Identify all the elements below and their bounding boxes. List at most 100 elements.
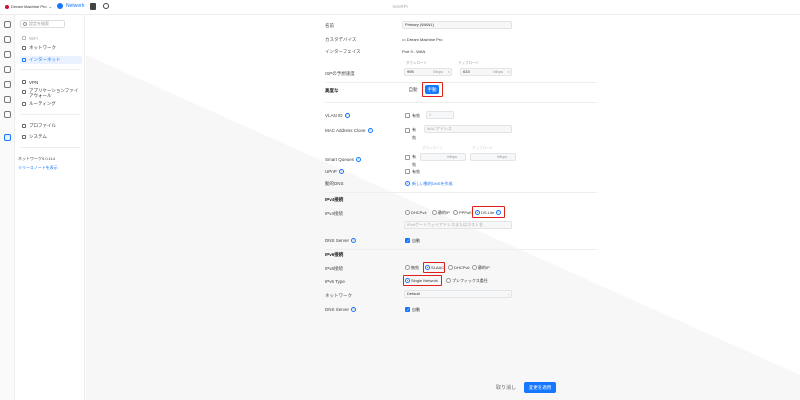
- info-icon[interactable]: i: [367, 128, 373, 134]
- dns-auto-checkbox[interactable]: [405, 238, 410, 243]
- info-icon[interactable]: i: [351, 238, 357, 244]
- ipv4-pppoe-label: PPPoE: [459, 210, 472, 215]
- globe-icon: [22, 58, 26, 62]
- interface-value: Port 9 - WAN: [402, 49, 426, 54]
- advanced-label: 高度な: [325, 88, 339, 93]
- upload-value: 633: [463, 69, 470, 74]
- page-title: SenRPi: [392, 4, 408, 9]
- download-label: ダウンロード: [406, 61, 427, 65]
- stepper-icon[interactable]: ⇕: [447, 69, 450, 75]
- sidebar-item-label: ネットワーク: [29, 45, 56, 50]
- device-icon[interactable]: [90, 3, 96, 10]
- info-icon[interactable]: i: [344, 113, 350, 119]
- chevron-down-icon: ⌄: [48, 4, 52, 9]
- ipv4-pppoe-radio[interactable]: [453, 210, 458, 215]
- vlan-id-input[interactable]: 2: [426, 111, 454, 119]
- network-select[interactable]: Default ⌄: [404, 290, 512, 298]
- upnp-checkbox[interactable]: [405, 169, 410, 174]
- divider: [20, 114, 80, 115]
- sidebar-item-wifi[interactable]: WiFi: [20, 34, 82, 42]
- name-label: 名前: [325, 23, 334, 28]
- smart-queues-enabled-label: 有効: [412, 154, 416, 167]
- upload-input[interactable]: 633 Mbps ⇕: [460, 68, 512, 76]
- console-name: Dream Machine Pro: [11, 4, 47, 9]
- statistics-icon[interactable]: [4, 81, 11, 88]
- divider: [325, 192, 597, 193]
- profile-icon: [22, 124, 26, 128]
- network-app-icon: [57, 3, 63, 9]
- info-icon[interactable]: i: [338, 169, 344, 175]
- mac-clone-label: MAC Address Clone i: [325, 128, 373, 134]
- settings-nav: 設定を検索 WiFi ネットワーク インターネット VPN アプリケーションファ…: [15, 15, 85, 400]
- mac-clone-checkbox[interactable]: [405, 128, 410, 133]
- app-rail: [0, 15, 15, 400]
- app-network[interactable]: Network: [57, 3, 84, 9]
- dns-server2-label-text: DNS Server: [325, 307, 350, 312]
- sq-download-input[interactable]: Mbps: [420, 153, 466, 161]
- version-text: ネットワーク9.0.114: [18, 156, 56, 161]
- ipv4-gateway-input[interactable]: IPv6ゲートウェイアドレスまたはホスト名: [404, 221, 512, 229]
- topology-icon[interactable]: [4, 36, 11, 43]
- search-input[interactable]: 設定を検索: [20, 20, 65, 28]
- sq-upload-input[interactable]: Mbps: [470, 153, 516, 161]
- ipv6-section-title: IPv6接続: [325, 252, 344, 257]
- info-icon[interactable]: i: [351, 307, 357, 313]
- mac-clone-label-text: MAC Address Clone: [325, 128, 366, 133]
- dashboard-icon[interactable]: [4, 21, 11, 28]
- ipv4-dhcpv4-radio[interactable]: [405, 210, 410, 215]
- divider: [325, 102, 597, 103]
- sidebar-item-label: インターネット: [29, 57, 61, 62]
- create-dyndns-link[interactable]: + 新しい動的DNSを作成: [405, 181, 452, 187]
- download-input[interactable]: 995 Mbps ⇕: [404, 68, 452, 76]
- console-switcher[interactable]: Dream Machine Pro ⌄: [5, 4, 52, 9]
- logs-icon[interactable]: [4, 111, 11, 118]
- prefix-delegation-radio[interactable]: [446, 278, 451, 283]
- upnp-enabled-label: 有効: [412, 169, 420, 174]
- smart-queues-checkbox[interactable]: [405, 155, 410, 160]
- sq-download-label: ダウンロード: [422, 146, 443, 150]
- mac-address-input[interactable]: MACアドレス: [424, 125, 512, 133]
- sidebar-item-internet[interactable]: インターネット: [20, 56, 82, 64]
- stepper-icon[interactable]: ⇕: [507, 69, 510, 75]
- info-icon[interactable]: i: [356, 157, 362, 163]
- ipv6-disabled-radio[interactable]: [405, 265, 410, 270]
- dns-server2-label: DNS Server i: [325, 307, 357, 313]
- app-name: Network: [66, 3, 85, 9]
- devices-icon[interactable]: [4, 51, 11, 58]
- highlight-box: [422, 82, 443, 97]
- ipv4-static-radio[interactable]: [432, 210, 437, 215]
- clients-icon[interactable]: [4, 66, 11, 73]
- sidebar-item-routing[interactable]: ルーティング: [20, 100, 82, 108]
- release-notes-link[interactable]: リリースノートを表示: [18, 165, 58, 171]
- ipv4-type-label: IPv4接続: [325, 211, 344, 216]
- sidebar-item-label: プロファイル: [29, 123, 56, 128]
- settings-icon[interactable]: [4, 134, 11, 141]
- mbps-unit: Mbps: [447, 154, 457, 159]
- users-icon[interactable]: [103, 3, 109, 9]
- upload-label: アップロード: [458, 61, 479, 65]
- sidebar-item-system[interactable]: システム: [20, 133, 82, 141]
- shield-icon: [22, 80, 26, 84]
- highlight-box: [403, 275, 442, 286]
- network-label: ネットワーク: [325, 293, 352, 298]
- vlan-checkbox[interactable]: [405, 113, 410, 118]
- advanced-auto-button[interactable]: 自動: [406, 85, 420, 94]
- name-input[interactable]: Primary (WAN1): [402, 21, 512, 29]
- ipv6-dhcpv6-radio[interactable]: [448, 265, 453, 270]
- sidebar-item-networks[interactable]: ネットワーク: [20, 44, 82, 52]
- security-icon[interactable]: [4, 96, 11, 103]
- smart-queues-label-text: Smart Queues: [325, 157, 355, 162]
- dns-auto2-checkbox[interactable]: [405, 307, 410, 312]
- sq-upload-label: アップロード: [472, 146, 493, 150]
- unifi-logo-icon: [5, 4, 9, 9]
- cancel-button[interactable]: 取り消し: [496, 384, 516, 391]
- mbps-unit: Mbps: [497, 154, 507, 159]
- network-icon: [22, 46, 26, 50]
- sidebar-item-vpn[interactable]: VPN: [20, 78, 82, 86]
- apply-changes-button[interactable]: 変更を適用: [524, 382, 556, 393]
- sidebar-item-profiles[interactable]: プロファイル: [20, 122, 82, 130]
- mbps-unit: Mbps: [493, 69, 503, 74]
- divider: [325, 82, 597, 83]
- ipv6-static-radio[interactable]: [472, 265, 477, 270]
- sidebar-item-label: VPN: [29, 79, 39, 85]
